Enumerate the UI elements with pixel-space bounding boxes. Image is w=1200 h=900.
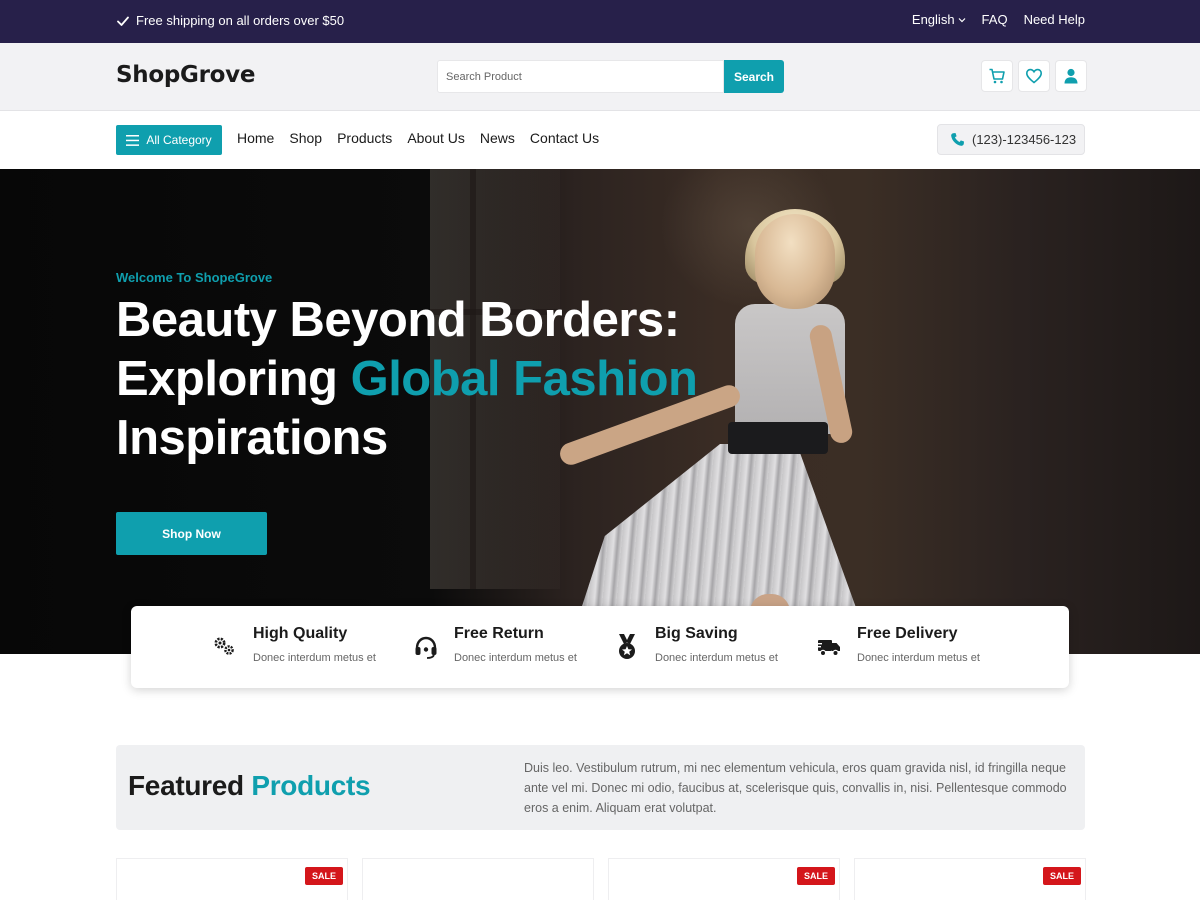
- hero-welcome: Welcome To ShopeGrove: [116, 270, 273, 285]
- language-label: English: [911, 12, 955, 27]
- search-button[interactable]: Search: [724, 60, 784, 93]
- site-logo[interactable]: ShopGrove: [116, 62, 255, 88]
- nav-products[interactable]: Products: [337, 130, 392, 146]
- feature-free-delivery: Free Delivery Donec interdum metus et: [815, 625, 980, 664]
- shipping-text: Free shipping on all orders over $50: [136, 13, 345, 28]
- nav-contact-us[interactable]: Contact Us: [530, 130, 599, 146]
- chevron-down-icon: [958, 17, 965, 22]
- feature-title: High Quality: [253, 625, 348, 642]
- heart-icon: [1025, 68, 1043, 84]
- shipping-notice: Free shipping on all orders over $50: [116, 13, 344, 28]
- wishlist-button[interactable]: [1018, 60, 1050, 92]
- features-strip: High Quality Donec interdum metus et Fre…: [131, 606, 1069, 688]
- phone-contact[interactable]: (123)-123456-123: [937, 124, 1085, 155]
- search-bar: Search: [437, 60, 784, 93]
- menu-icon: [126, 134, 140, 146]
- gears-icon: [214, 637, 234, 655]
- sale-badge: SALE: [304, 867, 343, 885]
- shop-now-button[interactable]: Shop Now: [116, 512, 267, 555]
- product-card[interactable]: SALE: [608, 858, 840, 900]
- product-card[interactable]: [362, 858, 594, 900]
- top-bar: Free shipping on all orders over $50 Eng…: [0, 0, 1200, 43]
- nav-about-us[interactable]: About Us: [407, 130, 465, 146]
- search-input[interactable]: [437, 60, 724, 93]
- site-header: ShopGrove Search: [0, 43, 1200, 111]
- hero-line-2-accent: Global Fashion: [350, 352, 698, 406]
- feature-title: Free Return: [454, 625, 544, 642]
- hero-line-3: Inspirations: [116, 411, 388, 465]
- all-category-label: All Category: [146, 133, 212, 147]
- nav-home[interactable]: Home: [237, 130, 274, 146]
- featured-products-description: Duis leo. Vestibulum rutrum, mi nec elem…: [524, 761, 1067, 815]
- hero-line-1: Beauty Beyond Borders:: [116, 293, 680, 347]
- product-card[interactable]: SALE: [854, 858, 1086, 900]
- faq-link[interactable]: FAQ: [982, 12, 1008, 27]
- feature-desc: Donec interdum metus et: [253, 652, 376, 664]
- sale-badge: SALE: [1042, 867, 1081, 885]
- featured-products-title: Featured Products: [128, 770, 371, 802]
- user-icon: [1064, 68, 1078, 84]
- featured-title-accent: Products: [251, 770, 371, 801]
- product-card[interactable]: SALE: [116, 858, 348, 900]
- feature-free-return: Free Return Donec interdum metus et: [412, 625, 577, 664]
- feature-desc: Donec interdum metus et: [454, 652, 577, 664]
- featured-products-section: Featured Products Duis leo. Vestibulum r…: [116, 745, 1085, 830]
- feature-big-saving: Big Saving Donec interdum metus et: [613, 625, 778, 664]
- medal-icon: [619, 634, 635, 659]
- language-selector[interactable]: English: [912, 12, 966, 27]
- hero-headline: Beauty Beyond Borders: Exploring Global …: [116, 291, 698, 468]
- cart-button[interactable]: [981, 60, 1013, 92]
- truck-icon: [816, 640, 840, 657]
- feature-title: Free Delivery: [857, 625, 958, 642]
- feature-desc: Donec interdum metus et: [857, 652, 980, 664]
- check-icon: [117, 16, 129, 26]
- account-button[interactable]: [1055, 60, 1087, 92]
- nav-shop[interactable]: Shop: [289, 130, 322, 146]
- feature-high-quality: High Quality Donec interdum metus et: [211, 625, 376, 664]
- hero-line-2-prefix: Exploring: [116, 352, 351, 406]
- sale-badge: SALE: [796, 867, 835, 885]
- feature-desc: Donec interdum metus et: [655, 652, 778, 664]
- main-nav: All Category Home Shop Products About Us…: [0, 111, 1200, 169]
- phone-number: (123)-123456-123: [972, 132, 1077, 147]
- hero-banner: Welcome To ShopeGrove Beauty Beyond Bord…: [0, 169, 1200, 654]
- nav-news[interactable]: News: [480, 130, 515, 146]
- headset-icon: [415, 636, 437, 659]
- need-help-link[interactable]: Need Help: [1024, 12, 1085, 27]
- featured-title-prefix: Featured: [128, 770, 252, 801]
- phone-icon: [951, 133, 964, 146]
- feature-title: Big Saving: [655, 625, 738, 642]
- nav-links: Home Shop Products About Us News Contact…: [237, 130, 599, 146]
- all-category-button[interactable]: All Category: [116, 125, 222, 155]
- cart-icon: [989, 68, 1005, 84]
